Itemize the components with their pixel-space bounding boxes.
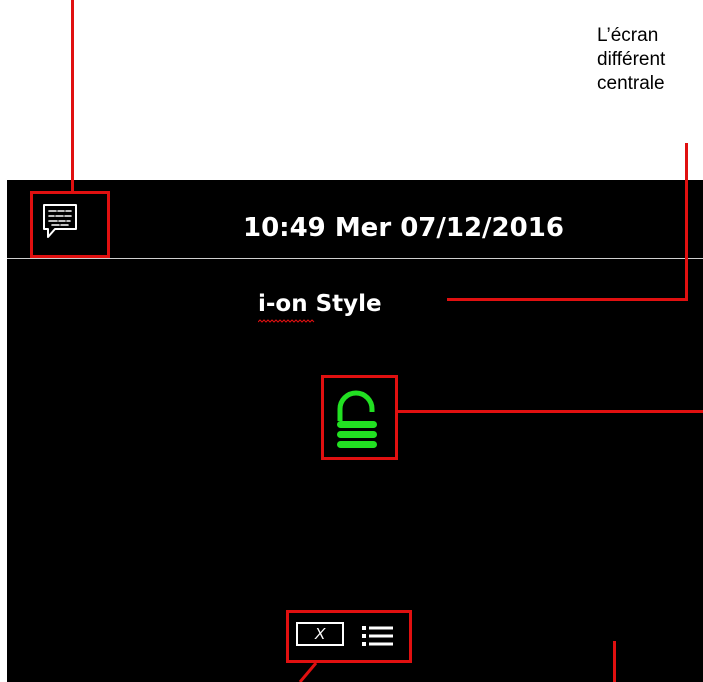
date-time-display: 10:49 Mer 07/12/2016 <box>243 213 564 243</box>
annotation-box-messages <box>30 191 110 258</box>
annotation-line-2: différent <box>597 49 666 70</box>
annotation-text: L’écran différent centrale <box>597 24 703 96</box>
annotation-line-title-vertical <box>685 143 688 301</box>
annotation-line-messages <box>71 0 74 191</box>
annotation-box-buttons <box>286 610 412 663</box>
annotation-line-title-horizontal <box>447 298 688 301</box>
annotation-line-3: centrale <box>597 73 665 94</box>
panel-name: i-on Style <box>258 291 382 317</box>
spellcheck-underline <box>258 319 315 323</box>
annotation-line-bottom-right <box>613 641 616 682</box>
annotation-line-1: L’écran <box>597 25 659 46</box>
header-divider <box>7 258 703 259</box>
annotation-line-lock <box>398 410 703 413</box>
annotation-box-lock <box>321 375 398 460</box>
